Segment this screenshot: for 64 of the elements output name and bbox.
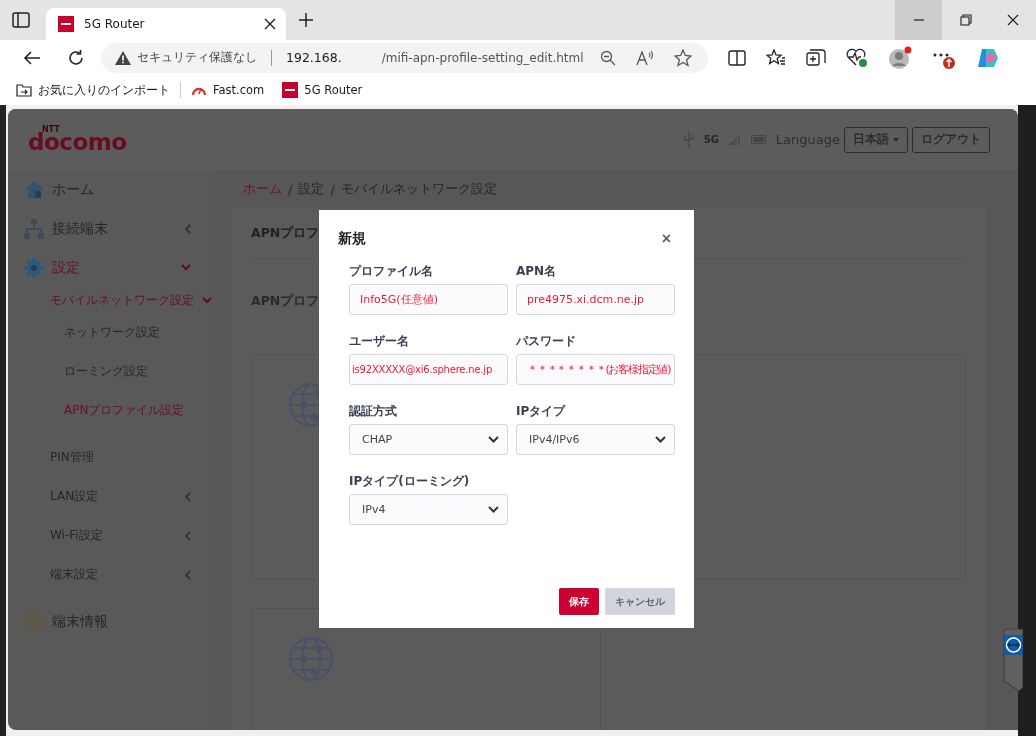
- close-icon[interactable]: [264, 18, 276, 30]
- dialog-title: 新規: [338, 230, 366, 248]
- gear-icon: [24, 257, 44, 278]
- chevron-down-icon: [488, 436, 499, 443]
- url-host: 192.168.: [286, 50, 342, 65]
- input-field[interactable]: Info5G(任意値): [349, 284, 508, 315]
- star-icon[interactable]: [674, 48, 692, 67]
- browser-tab[interactable]: 5G Router: [46, 8, 286, 40]
- chevron-down-icon: [202, 296, 212, 304]
- network-icon: [24, 218, 44, 239]
- field-label: APN名: [516, 263, 558, 278]
- back-arrow-icon: [23, 49, 41, 66]
- security-status: セキュリティ保護なし: [137, 49, 257, 66]
- breadcrumb-separator: /: [288, 181, 293, 197]
- site-favicon-icon: [282, 82, 299, 98]
- close-button[interactable]: ×: [657, 231, 675, 247]
- url-path: /mifi-apn-profile-setting_edit.html: [381, 50, 584, 65]
- import-folder-icon: [16, 82, 32, 98]
- close-window-icon: [1006, 14, 1019, 26]
- input-field[interactable]: is92XXXXX@xi6.sphere.ne.jp: [349, 354, 508, 385]
- heart-pulse-icon[interactable]: [846, 47, 868, 68]
- split-screen-icon[interactable]: [728, 49, 746, 66]
- read-aloud-icon[interactable]: [636, 49, 654, 66]
- breadcrumb-separator: /: [330, 181, 335, 197]
- warning-icon: [115, 50, 131, 65]
- field-label: プロファイル名: [349, 263, 434, 278]
- field-label: IPタイプ(ローミング): [349, 473, 471, 488]
- chevron-left-icon: [185, 530, 191, 541]
- chevron-left-icon: [185, 223, 191, 234]
- chevron-down-icon: [655, 436, 666, 443]
- field-label: 認証方式: [349, 403, 398, 418]
- input-field[interactable]: ＊＊＊＊＊＊＊＊(お客様指定値): [516, 354, 675, 385]
- panel-title: APNプロフ: [251, 224, 320, 242]
- new-tab-icon[interactable]: [298, 12, 314, 28]
- caret-icon: [893, 137, 899, 142]
- tab-actions-icon[interactable]: [12, 12, 30, 28]
- tab-title: 5G Router: [84, 17, 146, 31]
- save-button[interactable]: 保存: [559, 588, 599, 615]
- field-label: パスワード: [516, 333, 577, 348]
- collections-icon[interactable]: [806, 48, 826, 67]
- favorites-icon[interactable]: [766, 48, 786, 67]
- home-icon: [24, 181, 44, 198]
- bookmark[interactable]: Fast.com: [191, 83, 265, 97]
- address-bar[interactable]: セキュリティ保護なし 192.168. /mifi-apn-profile-setting_edit.html: [101, 42, 708, 73]
- remote-support-tab-icon[interactable]: [1001, 629, 1023, 691]
- bookmark[interactable]: お気に入りのインポート: [16, 82, 170, 98]
- field-label: IPタイプ: [516, 403, 567, 418]
- refresh-icon: [67, 48, 85, 67]
- dropdown[interactable]: IPv4/IPv6: [516, 424, 675, 455]
- logo-mark: NTT: [42, 125, 60, 134]
- input-field[interactable]: pre4975.xi.dcm.ne.jp: [516, 284, 675, 315]
- chevron-down-icon: [181, 264, 191, 271]
- chevron-down-icon: [488, 506, 499, 513]
- chevron-left-icon: [185, 491, 191, 502]
- site-favicon-icon: [58, 16, 74, 32]
- avatar-icon[interactable]: [888, 45, 912, 70]
- restore-icon: [959, 14, 972, 26]
- field-label: ユーザー名: [349, 333, 410, 348]
- zoom-out-icon[interactable]: [600, 49, 616, 66]
- chevron-left-icon: [185, 569, 191, 580]
- dropdown[interactable]: IPv4: [349, 494, 508, 525]
- info-icon: [24, 611, 44, 632]
- dropdown[interactable]: CHAP: [349, 424, 508, 455]
- bookmark[interactable]: 5G Router: [282, 82, 363, 98]
